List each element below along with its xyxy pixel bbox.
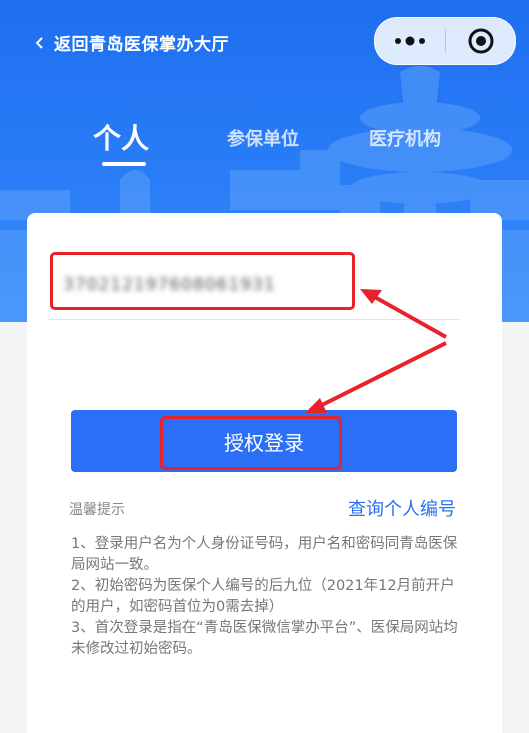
- tip-item: 2、初始密码为医保个人编号的后九位（2021年12月前开户的用户，如密码首位为0…: [71, 578, 455, 615]
- tip-item: 3、首次登录是指在“青岛医保微信掌办平台”、医保局网站均未修改过初始密码。: [71, 620, 458, 657]
- login-type-tabs: 个人 参保单位 医疗机构: [0, 114, 529, 174]
- annotation-highlight-button: [160, 416, 342, 470]
- active-tab-indicator: [102, 162, 146, 166]
- more-button[interactable]: [375, 18, 445, 64]
- query-personal-id-link[interactable]: 查询个人编号: [348, 495, 456, 521]
- tips-list: 1、登录用户名为个人身份证号码，用户名和密码同青岛医保局网站一致。 2、初始密码…: [71, 534, 463, 660]
- close-button[interactable]: [446, 18, 515, 64]
- tab-insured-unit[interactable]: 参保单位: [227, 125, 299, 151]
- tab-personal[interactable]: 个人: [93, 117, 149, 157]
- tip-item: 1、登录用户名为个人身份证号码，用户名和密码同青岛医保局网站一致。: [71, 536, 458, 573]
- target-close-icon: [468, 28, 493, 54]
- back-button[interactable]: 返回青岛医保掌办大厅: [34, 30, 229, 55]
- back-label: 返回青岛医保掌办大厅: [54, 35, 229, 55]
- more-dots-icon: [395, 36, 425, 46]
- chevron-left-icon: [35, 36, 43, 49]
- annotation-highlight-input: [50, 252, 355, 310]
- miniprogram-capsule: [374, 17, 516, 65]
- tips-title: 温馨提示: [69, 502, 125, 518]
- tab-medical-institution[interactable]: 医疗机构: [369, 125, 441, 151]
